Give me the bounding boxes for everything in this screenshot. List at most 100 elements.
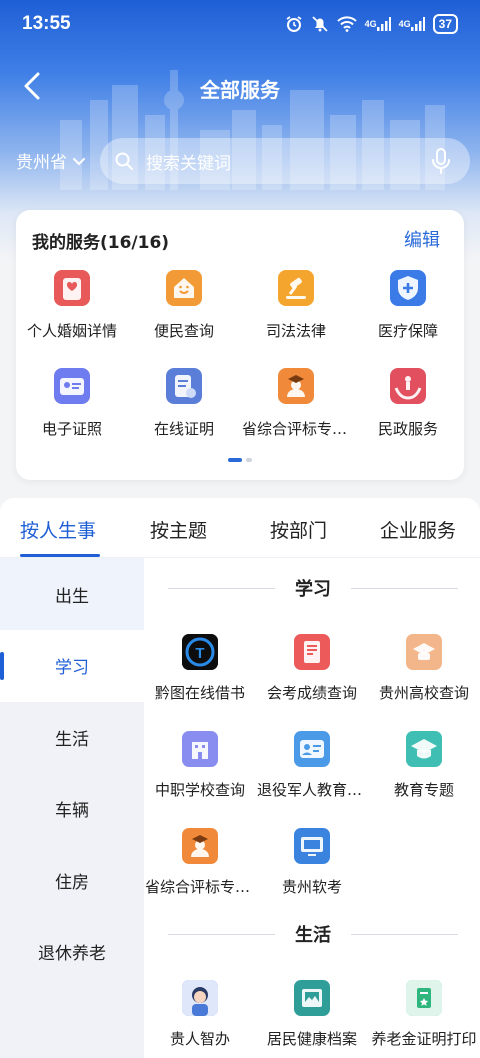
section-grid: T 黔图在线借书 会考成绩查询 贵州高校查询 中职学校查询 退役军人教育培训 教… [144, 634, 480, 925]
service-label: 会考成绩查询 [266, 684, 357, 702]
qiantu-logo-icon: T [182, 634, 218, 670]
tab-0[interactable]: 按人生事 [20, 516, 96, 543]
service-item[interactable]: 教育专题 [368, 731, 480, 828]
expert-graduate-icon [182, 828, 218, 864]
status-time: 13:55 [22, 13, 71, 34]
my-services-grid: 个人婚姻详情 便民查询 司法法律 医疗保障 电子证照 在线证明 省综合评标专家库… [16, 270, 464, 448]
my-service-item[interactable]: 医疗保障 [352, 270, 464, 350]
service-item[interactable]: 贵州高校查询 [368, 634, 480, 731]
svg-text:T: T [195, 645, 204, 662]
my-service-item[interactable]: 民政服务 [352, 368, 464, 448]
section-header: 学习 [168, 574, 458, 602]
my-services-title: 我的服务(16/16) [32, 233, 170, 253]
service-item[interactable]: 退役军人教育培训 [256, 731, 368, 828]
status-icons: 4G 4G 37 [285, 14, 458, 34]
sidebar-item-label: 出生 [55, 586, 89, 607]
service-label: 省综合评标专家库 [145, 878, 255, 896]
service-item[interactable]: 居民健康档案 [256, 980, 368, 1058]
service-label: 黔图在线借书 [154, 684, 245, 702]
my-service-label: 便民查询 [153, 322, 214, 340]
page-dot-active [228, 458, 242, 462]
life-event-sidebar: 出生学习生活车辆住房退休养老 [0, 558, 144, 1058]
marriage-certificate-icon [54, 270, 90, 306]
my-service-item[interactable]: 省综合评标专家库 [240, 368, 352, 448]
page-dot[interactable] [246, 458, 252, 462]
service-label: 贵州高校查询 [378, 684, 469, 702]
service-browser-panel: 按人生事 按主题 按部门 企业服务 出生 学习 生活 车辆 住房 退休养老 学习 T 黔图在线借… [0, 498, 480, 1058]
service-label: 贵人智办 [169, 1030, 230, 1048]
my-services-card: 我的服务(16/16) 编辑 个人婚姻详情 便民查询 司法法律 医疗保障 电子证… [16, 210, 464, 480]
my-service-item[interactable]: 电子证照 [16, 368, 128, 448]
health-record-icon [294, 980, 330, 1016]
service-item[interactable]: 贵州软考 [256, 828, 368, 925]
divider [351, 933, 458, 935]
service-item[interactable]: T 黔图在线借书 [144, 634, 256, 731]
province-label: 贵州省 [16, 153, 67, 173]
tab-2[interactable]: 按部门 [270, 516, 327, 543]
active-tab-indicator [20, 554, 100, 557]
score-report-icon [294, 634, 330, 670]
section-grid: 贵人智办 居民健康档案 养老金证明打印 [144, 980, 480, 1058]
alarm-icon [285, 15, 303, 33]
my-service-label: 司法法律 [265, 322, 326, 340]
network-type-label: 4G [364, 19, 377, 29]
network-type-label: 4G [398, 19, 411, 29]
page-indicator [16, 458, 464, 462]
service-label: 教育专题 [393, 781, 454, 799]
sidebar-item[interactable]: 学习 [0, 629, 144, 702]
sidebar-item[interactable]: 生活 [0, 701, 144, 773]
college-icon [406, 634, 442, 670]
sidebar-item-label: 学习 [55, 658, 89, 678]
sidebar-item-label: 生活 [55, 729, 89, 750]
my-service-label: 民政服务 [377, 420, 438, 438]
service-label: 贵州软考 [281, 878, 342, 896]
section-title: 生活 [295, 925, 331, 946]
chevron-down-icon [73, 157, 85, 165]
page-title: 全部服务 [200, 78, 280, 102]
service-item[interactable]: 省综合评标专家库 [144, 828, 256, 925]
medical-shield-icon [390, 270, 426, 306]
signal-4g-icon: 4G [365, 17, 391, 31]
service-item[interactable]: 中职学校查询 [144, 731, 256, 828]
pension-certificate-icon [406, 980, 442, 1016]
divider [351, 587, 458, 589]
my-service-item[interactable]: 在线证明 [128, 368, 240, 448]
service-label: 养老金证明打印 [371, 1030, 477, 1048]
service-item[interactable]: 会考成绩查询 [256, 634, 368, 731]
my-service-label: 个人婚姻详情 [26, 322, 117, 340]
my-service-label: 在线证明 [153, 420, 214, 438]
search-bar[interactable]: 搜索关键词 [100, 138, 470, 184]
edit-button[interactable]: 编辑 [404, 226, 440, 252]
service-item[interactable]: 贵人智办 [144, 980, 256, 1058]
tab-1[interactable]: 按主题 [150, 516, 207, 543]
my-service-item[interactable]: 个人婚姻详情 [16, 270, 128, 350]
id-card-icon [54, 368, 90, 404]
section-title: 学习 [295, 579, 331, 600]
sidebar-item[interactable]: 出生 [0, 558, 144, 630]
sidebar-item-label: 住房 [55, 872, 89, 893]
category-tabs: 按人生事 按主题 按部门 企业服务 [0, 498, 480, 558]
province-selector[interactable]: 贵州省 [16, 148, 87, 173]
sidebar-item[interactable]: 住房 [0, 844, 144, 916]
sidebar-item-label: 车辆 [55, 801, 89, 821]
service-item[interactable]: 养老金证明打印 [368, 980, 480, 1058]
sidebar-item[interactable]: 退休养老 [0, 916, 144, 988]
search-input[interactable]: 搜索关键词 [146, 149, 430, 174]
expert-graduate-icon [278, 368, 314, 404]
microphone-icon[interactable] [430, 148, 452, 174]
veteran-card-icon [294, 731, 330, 767]
my-service-item[interactable]: 司法法律 [240, 270, 352, 350]
avatar-mascot-icon [182, 980, 218, 1016]
sidebar-item[interactable]: 车辆 [0, 773, 144, 845]
tab-3[interactable]: 企业服务 [380, 516, 456, 543]
my-service-label: 省综合评标专家库 [242, 420, 350, 438]
my-service-item[interactable]: 便民查询 [128, 270, 240, 350]
search-icon [115, 152, 133, 170]
battery-indicator: 37 [432, 14, 458, 34]
graduation-cap-icon [406, 731, 442, 767]
computer-monitor-icon [294, 828, 330, 864]
mute-bell-icon [311, 15, 329, 33]
status-bar: 13:55 4G 4G 37 [0, 0, 480, 50]
active-indicator [0, 651, 4, 680]
signal-4g-icon-2: 4G [399, 17, 425, 31]
